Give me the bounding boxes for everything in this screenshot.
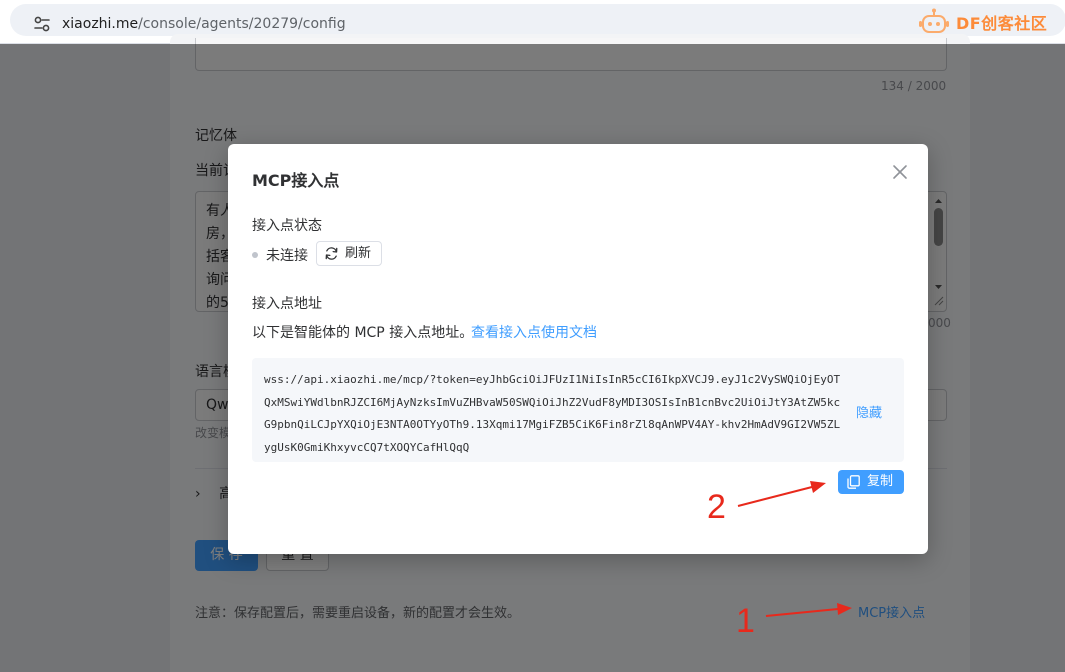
copy-button[interactable]: 复制 bbox=[838, 470, 904, 494]
refresh-button[interactable]: 刷新 bbox=[316, 241, 382, 266]
url-text: xiaozhi.me/console/agents/20279/config bbox=[62, 14, 346, 34]
watermark-text: DF创客社区 bbox=[956, 14, 1048, 33]
endpoint-address-label: 接入点地址 bbox=[252, 296, 322, 312]
site-settings-icon[interactable] bbox=[32, 14, 52, 34]
endpoint-url-box: wss://api.xiaozhi.me/mcp/?token=eyJhbGci… bbox=[252, 358, 904, 462]
status-badge: 未连接 bbox=[266, 248, 308, 264]
status-dot bbox=[252, 252, 258, 258]
annotation-step-2: 2 bbox=[707, 488, 726, 526]
refresh-label: 刷新 bbox=[345, 246, 372, 261]
endpoint-url[interactable]: wss://api.xiaozhi.me/mcp/?token=eyJhbGci… bbox=[264, 369, 842, 459]
endpoint-status-label: 接入点状态 bbox=[252, 218, 322, 234]
url-host: xiaozhi.me bbox=[62, 16, 139, 32]
endpoint-docs-link[interactable]: 查看接入点使用文档 bbox=[471, 322, 597, 342]
endpoint-description: 以下是智能体的 MCP 接入点地址。 bbox=[252, 325, 474, 341]
hide-token-button[interactable]: 隐藏 bbox=[856, 402, 882, 421]
refresh-icon bbox=[325, 247, 338, 260]
annotation-step-1: 1 bbox=[736, 602, 755, 640]
close-icon[interactable] bbox=[890, 162, 910, 182]
copy-label: 复制 bbox=[867, 474, 894, 489]
url-path: /console/agents/20279/config bbox=[138, 16, 346, 32]
mcp-endpoint-dialog: MCP接入点 接入点状态 未连接 刷新 接入点地址 以下是智能体的 MCP 接入… bbox=[228, 144, 928, 554]
dialog-title: MCP接入点 bbox=[252, 171, 340, 190]
copy-icon bbox=[847, 475, 860, 489]
url-field[interactable]: xiaozhi.me/console/agents/20279/config bbox=[10, 4, 1065, 36]
